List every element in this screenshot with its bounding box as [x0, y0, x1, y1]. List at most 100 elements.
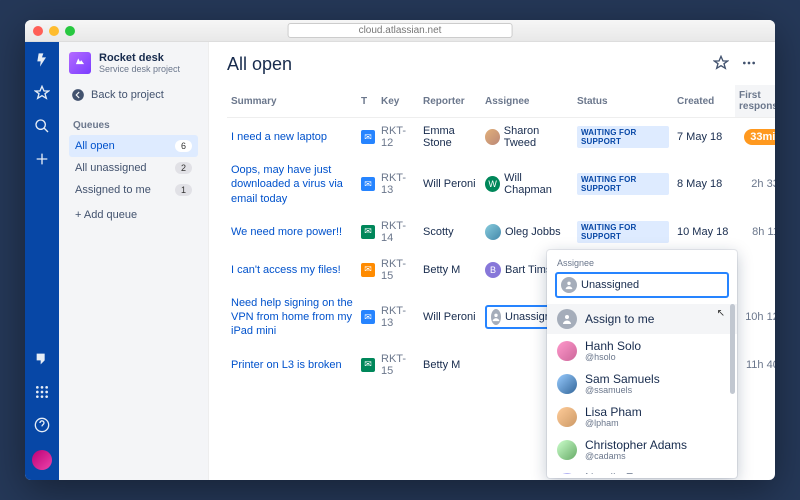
assignee-cell[interactable]: WWill Chapman	[485, 172, 569, 196]
close-window-button[interactable]	[33, 26, 43, 36]
queue-item[interactable]: All unassigned2	[69, 157, 198, 179]
queue-item[interactable]: Assigned to me 1	[69, 179, 198, 201]
person-name: Christopher Adams	[585, 438, 687, 452]
assignee-cell[interactable]: Sharon Tweed	[485, 125, 569, 149]
queue-label: Assigned to me	[75, 184, 151, 196]
add-queue-button[interactable]: + Add queue	[69, 201, 198, 229]
user-avatar[interactable]	[32, 450, 52, 470]
star-page-button[interactable]	[713, 55, 729, 74]
more-actions-button[interactable]	[741, 55, 757, 74]
issue-type-icon: ✉	[361, 225, 375, 239]
person-avatar	[557, 440, 577, 460]
person-handle: @ssamuels	[585, 385, 660, 395]
table-row[interactable]: We need more power!!✉RKT-14ScottyOleg Jo…	[227, 213, 775, 251]
person-handle: @cadams	[585, 451, 687, 461]
assignee-option[interactable]: Lisa Pham@lpham	[547, 400, 737, 433]
sla-pill: 33min	[744, 129, 775, 145]
dropdown-scrollbar[interactable]	[730, 304, 735, 394]
assignee-search-input[interactable]	[581, 279, 723, 291]
assignee-avatar: W	[485, 176, 500, 192]
issue-key[interactable]: RKT-15	[377, 346, 419, 384]
project-header[interactable]: Rocket desk Service desk project	[69, 52, 198, 74]
assignee-search[interactable]	[555, 272, 729, 298]
person-name: Natalie Fennec	[585, 471, 666, 474]
first-response-value: 10h 12m	[735, 289, 775, 346]
col-summary[interactable]: Summary	[227, 85, 357, 118]
maximize-window-button[interactable]	[65, 26, 75, 36]
created-date: 7 May 18	[673, 118, 735, 157]
col-created[interactable]: Created	[673, 85, 735, 118]
assignee-option[interactable]: Hanh Solo@hsolo	[547, 334, 737, 367]
table-row[interactable]: I need a new laptop✉RKT-12Emma StoneShar…	[227, 118, 775, 157]
reporter-name: Betty M	[419, 251, 481, 289]
issue-key[interactable]: RKT-14	[377, 213, 419, 251]
created-date: 8 May 18	[673, 156, 735, 213]
status-badge: WAITING FOR SUPPORT	[577, 126, 669, 148]
col-type[interactable]: T	[357, 85, 377, 118]
assignee-name: Sharon Tweed	[504, 125, 569, 149]
back-to-project[interactable]: Back to project	[69, 82, 198, 114]
assignee-option[interactable]: Natalie Fennec@nfennec	[547, 466, 737, 474]
minimize-window-button[interactable]	[49, 26, 59, 36]
page-title: All open	[227, 54, 713, 75]
status-badge: WAITING FOR SUPPORT	[577, 173, 669, 195]
app-root: Rocket desk Service desk project Back to…	[25, 42, 775, 480]
assignee-avatar	[485, 224, 501, 240]
issue-summary-link[interactable]: I can't access my files!	[231, 264, 341, 276]
queue-count: 1	[175, 184, 192, 196]
col-reporter[interactable]: Reporter	[419, 85, 481, 118]
person-avatar	[557, 407, 577, 427]
project-icon	[69, 52, 91, 74]
col-first-response[interactable]: First response ↑	[735, 85, 775, 118]
status-badge: WAITING FOR SUPPORT	[577, 221, 669, 243]
feedback-icon[interactable]	[34, 351, 50, 370]
assign-to-me-option[interactable]: Assign to me ↖	[547, 304, 737, 334]
issue-key[interactable]: RKT-12	[377, 118, 419, 157]
search-icon[interactable]	[34, 118, 50, 137]
reporter-name: Betty M	[419, 346, 481, 384]
project-sidebar: Rocket desk Service desk project Back to…	[59, 42, 209, 480]
queue-label: All unassigned	[75, 162, 147, 174]
person-handle: @lpham	[585, 418, 642, 428]
browser-titlebar: cloud.atlassian.net	[25, 20, 775, 42]
issue-summary-link[interactable]: I need a new laptop	[231, 131, 327, 143]
person-avatar	[557, 374, 577, 394]
queue-count: 6	[175, 140, 192, 152]
url-bar[interactable]: cloud.atlassian.net	[288, 23, 513, 38]
queue-item[interactable]: All open6	[69, 135, 198, 157]
issue-key[interactable]: RKT-13	[377, 156, 419, 213]
issue-key[interactable]: RKT-13	[377, 289, 419, 346]
col-status[interactable]: Status	[573, 85, 673, 118]
bolt-icon[interactable]	[34, 52, 50, 71]
person-avatar	[557, 473, 577, 475]
issue-summary-link[interactable]: Oops, may have just downloaded a virus v…	[231, 164, 343, 205]
dropdown-label: Assignee	[547, 258, 737, 272]
queues-heading: Queues	[73, 120, 194, 131]
back-label: Back to project	[91, 89, 164, 101]
assignee-cell[interactable]: Oleg Jobbs	[485, 224, 569, 240]
issue-key[interactable]: RKT-15	[377, 251, 419, 289]
assignee-options-list: Assign to me ↖ Hanh Solo@hsoloSam Samuel…	[547, 304, 737, 474]
help-icon[interactable]	[34, 417, 50, 436]
assignee-name: Oleg Jobbs	[505, 226, 561, 238]
main-content: All open Summary T Key Reporter Assignee…	[209, 42, 775, 480]
apps-icon[interactable]	[34, 384, 50, 403]
cursor-icon: ↖	[717, 308, 725, 319]
issue-summary-link[interactable]: Need help signing on the VPN from home f…	[231, 297, 353, 338]
table-row[interactable]: Oops, may have just downloaded a virus v…	[227, 156, 775, 213]
assignee-option[interactable]: Christopher Adams@cadams	[547, 433, 737, 466]
assignee-avatar	[491, 309, 501, 325]
star-icon[interactable]	[34, 85, 50, 104]
col-assignee[interactable]: Assignee	[481, 85, 573, 118]
plus-icon[interactable]	[34, 151, 50, 170]
project-name: Rocket desk	[99, 52, 180, 64]
issue-type-icon: ✉	[361, 310, 375, 324]
first-response-value: 33min	[735, 118, 775, 157]
issue-summary-link[interactable]: We need more power!!	[231, 226, 342, 238]
global-nav-rail	[25, 42, 59, 480]
col-key[interactable]: Key	[377, 85, 419, 118]
assignee-option[interactable]: Sam Samuels@ssamuels	[547, 367, 737, 400]
unassigned-avatar-icon	[561, 277, 577, 293]
issue-summary-link[interactable]: Printer on L3 is broken	[231, 359, 342, 371]
reporter-name: Will Peroni	[419, 289, 481, 346]
